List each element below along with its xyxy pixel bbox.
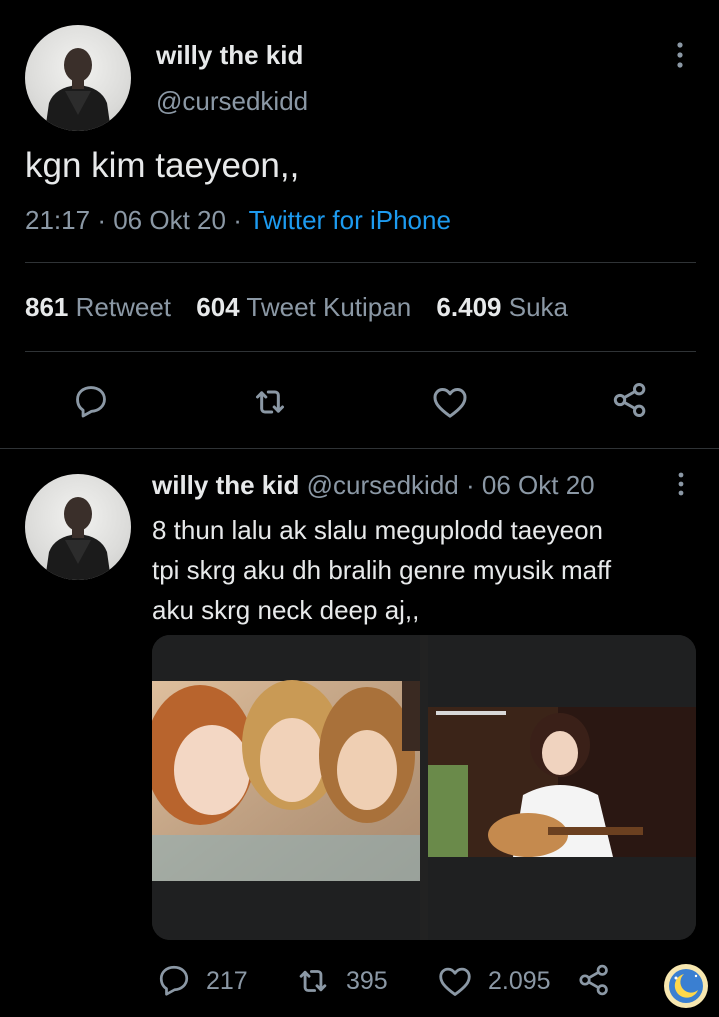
more-vertical-icon[interactable] bbox=[672, 40, 688, 70]
author-avatar[interactable] bbox=[25, 25, 131, 131]
tweet-source-link[interactable]: Twitter for iPhone bbox=[249, 205, 451, 235]
retweet-count: 395 bbox=[346, 967, 388, 995]
moon-sticker-icon bbox=[662, 962, 710, 1010]
tweet-text: kgn kim taeyeon,, bbox=[25, 146, 300, 185]
meta-separator: · bbox=[97, 205, 106, 235]
author-handle[interactable]: @cursedkidd bbox=[156, 86, 308, 117]
reply-text-line: aku skrg neck deep aj,, bbox=[152, 595, 420, 625]
reply-text-line: tpi skrg aku dh bralih genre myusik maff bbox=[152, 555, 612, 585]
quote-label: Tweet Kutipan bbox=[246, 292, 412, 322]
retweet-count: 861 bbox=[25, 292, 69, 322]
tweet-time: 21:17 bbox=[25, 205, 91, 235]
tweet-meta: 21:17 · 06 Okt 20 · Twitter for iPhone bbox=[25, 205, 451, 236]
comment-bubble-icon[interactable] bbox=[156, 962, 192, 998]
more-vertical-icon[interactable] bbox=[674, 470, 688, 498]
reply-header: willy the kid @cursedkidd · 06 Okt 20 bbox=[152, 470, 595, 501]
media-grid bbox=[152, 635, 696, 940]
divider bbox=[25, 262, 696, 263]
retweet-stat[interactable]: 861 Retweet bbox=[25, 292, 178, 322]
share-nodes-icon[interactable] bbox=[576, 962, 612, 998]
quote-count: 604 bbox=[196, 292, 240, 322]
reply-author-name[interactable]: willy the kid bbox=[152, 470, 299, 500]
like-label: Suka bbox=[508, 292, 568, 322]
like-count: 6.409 bbox=[436, 292, 502, 322]
avatar-photo bbox=[45, 497, 111, 580]
reply-author-handle[interactable]: @cursedkidd bbox=[307, 470, 459, 500]
avatar-photo bbox=[45, 48, 111, 131]
reply-author-avatar[interactable] bbox=[25, 474, 131, 580]
share-nodes-icon[interactable] bbox=[610, 380, 650, 420]
divider bbox=[25, 351, 696, 352]
like-stat[interactable]: 6.409 Suka bbox=[436, 292, 568, 322]
heart-icon[interactable] bbox=[430, 382, 470, 422]
meta-separator: · bbox=[233, 205, 242, 235]
photo-guitar-player bbox=[428, 635, 696, 940]
tweet-stats: 861 Retweet 604 Tweet Kutipan 6.409 Suka bbox=[25, 292, 568, 323]
reply-text: 8 thun lalu ak slalu meguplodd taeyeon t… bbox=[152, 510, 611, 630]
reply-text-line: 8 thun lalu ak slalu meguplodd taeyeon bbox=[152, 515, 603, 545]
section-divider bbox=[0, 448, 719, 449]
comment-bubble-icon[interactable] bbox=[72, 382, 110, 420]
retweet-arrows-icon[interactable] bbox=[294, 962, 332, 1000]
like-count: 2.095 bbox=[488, 967, 551, 995]
reply-count: 217 bbox=[206, 967, 248, 995]
reply-date[interactable]: 06 Okt 20 bbox=[482, 470, 595, 500]
media-photo-1[interactable] bbox=[152, 635, 420, 940]
retweet-label: Retweet bbox=[75, 292, 172, 322]
heart-icon[interactable] bbox=[436, 962, 474, 1000]
meta-separator: · bbox=[465, 470, 475, 500]
photo-three-girls bbox=[152, 635, 420, 940]
retweet-arrows-icon[interactable] bbox=[250, 382, 290, 422]
media-photo-2[interactable] bbox=[428, 635, 696, 940]
author-name[interactable]: willy the kid bbox=[156, 40, 303, 71]
tweet-date[interactable]: 06 Okt 20 bbox=[113, 205, 226, 235]
quote-stat[interactable]: 604 Tweet Kutipan bbox=[196, 292, 418, 322]
